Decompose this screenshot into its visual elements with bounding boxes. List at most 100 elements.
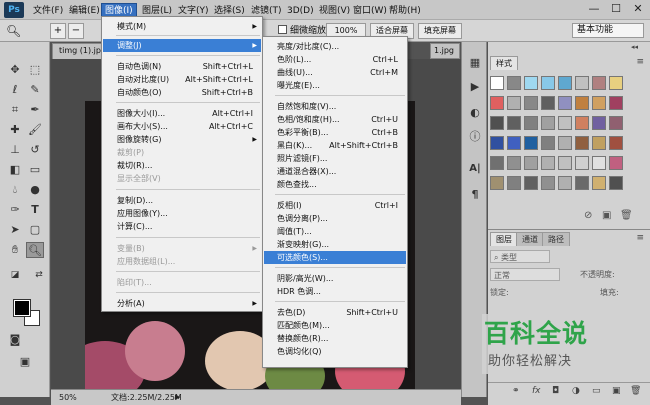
style-swatch[interactable] [575, 116, 589, 130]
workspace-select[interactable]: 基本功能 [572, 23, 644, 38]
minimize-icon[interactable]: — [584, 1, 604, 17]
menu-window[interactable]: 窗口(W) [350, 4, 390, 18]
menu-item[interactable]: 应用图像(Y)... [103, 207, 261, 220]
close-icon[interactable]: ✕ [628, 1, 648, 17]
style-swatch[interactable] [592, 136, 606, 150]
menu-item[interactable]: 色相/饱和度(H)... Ctrl+U [264, 113, 406, 126]
pen-tool-icon[interactable]: ✑ [6, 202, 24, 218]
foreground-color-swatch[interactable] [13, 299, 31, 317]
tab-layers[interactable]: 图层 [490, 232, 518, 246]
menu-item[interactable]: 裁剪(P) [103, 146, 261, 159]
quick-mask-icon[interactable]: ◙ [6, 332, 24, 348]
eraser-tool-icon[interactable]: ◧ [6, 162, 24, 178]
brush-tool-icon[interactable]: 🖌︎ [26, 122, 44, 138]
style-swatch[interactable] [541, 156, 555, 170]
tab-styles[interactable]: 样式 [490, 56, 518, 70]
menu-item[interactable]: 陷印(T)... [103, 276, 261, 289]
clone-stamp-icon[interactable]: ⊥ [6, 142, 24, 158]
zoom-in-icon[interactable]: + [50, 23, 66, 39]
default-colors-icon[interactable]: ◪ [6, 267, 24, 283]
quick-select-tool-icon[interactable]: ✎ [26, 82, 44, 98]
style-swatch[interactable] [575, 176, 589, 190]
style-swatch[interactable] [490, 136, 504, 150]
menu-item[interactable]: 图像旋转(G) ▶ [103, 133, 261, 146]
swap-colors-icon[interactable]: ⇄ [30, 267, 48, 283]
menu-item[interactable]: 色彩平衡(B)... Ctrl+B [264, 126, 406, 139]
menu-item[interactable]: 亮度/对比度(C)... [264, 40, 406, 53]
style-swatch[interactable] [575, 156, 589, 170]
crop-tool-icon[interactable]: ⌗ [6, 102, 24, 118]
menu-item[interactable]: 计算(C)... [103, 220, 261, 233]
style-swatch[interactable] [592, 156, 606, 170]
style-swatch[interactable] [490, 96, 504, 110]
panel-menu-icon[interactable]: ≡ [636, 57, 644, 67]
menu-item[interactable]: 替换颜色(R)... [264, 332, 406, 345]
style-swatch[interactable] [507, 136, 521, 150]
menu-item[interactable]: 匹配颜色(M)... [264, 319, 406, 332]
delete-style-icon[interactable]: 🗑︎ [620, 210, 633, 221]
style-swatch[interactable] [524, 96, 538, 110]
menu-item[interactable]: 自动颜色(O) Shift+Ctrl+B [103, 86, 261, 99]
menu-item[interactable]: 渐变映射(G)... [264, 238, 406, 251]
menu-item[interactable]: 调整(J) ▶ [103, 39, 261, 52]
menu-item[interactable]: 阈值(T)... [264, 225, 406, 238]
add-mask-icon[interactable]: ◘ [552, 386, 559, 396]
new-group-icon[interactable]: ▭ [592, 386, 601, 396]
tab-channels[interactable]: 通道 [516, 232, 544, 246]
style-swatch[interactable] [507, 116, 521, 130]
style-swatch[interactable] [507, 76, 521, 90]
menu-item[interactable]: 色调分离(P)... [264, 212, 406, 225]
style-swatch[interactable] [541, 96, 555, 110]
style-swatch[interactable] [524, 76, 538, 90]
menu-item[interactable]: 自动对比度(U) Alt+Shift+Ctrl+L [103, 73, 261, 86]
style-swatch[interactable] [524, 116, 538, 130]
collapse-panel-icon[interactable]: ◂◂ [631, 43, 638, 51]
lasso-tool-icon[interactable]: ℓ [6, 82, 24, 98]
style-swatch[interactable] [609, 96, 623, 110]
link-layers-icon[interactable]: ⚭ [512, 386, 520, 396]
rectangle-tool-icon[interactable]: ▢ [26, 222, 44, 238]
history-icon[interactable]: ▦ [468, 56, 482, 70]
healing-brush-icon[interactable]: ✚ [6, 122, 24, 138]
menu-edit[interactable]: 编辑(E) [66, 4, 103, 18]
blend-mode-select[interactable]: 正常 [490, 268, 560, 281]
menu-help[interactable]: 帮助(H) [386, 4, 424, 18]
delete-layer-icon[interactable]: 🗑︎ [630, 386, 641, 396]
style-swatch[interactable] [558, 136, 572, 150]
menu-item[interactable]: 反相(I) Ctrl+I [264, 199, 406, 212]
menu-item[interactable]: 分析(A) ▶ [103, 297, 261, 310]
menu-item[interactable]: 颜色查找... [264, 178, 406, 191]
status-arrow-icon[interactable]: ▶ [175, 390, 180, 405]
menu-file[interactable]: 文件(F) [30, 4, 66, 18]
fill-screen-button[interactable]: 填充屏幕 [418, 23, 462, 39]
menu-item[interactable]: 自然饱和度(V)... [264, 100, 406, 113]
style-swatch[interactable] [609, 176, 623, 190]
info-icon[interactable]: ⓘ [468, 130, 482, 144]
style-swatch[interactable] [524, 176, 538, 190]
style-swatch[interactable] [541, 116, 555, 130]
layer-filter-select[interactable]: ⌕ 类型 [490, 250, 550, 263]
adjustments-icon[interactable]: ◐ [468, 106, 482, 120]
style-swatch[interactable] [575, 136, 589, 150]
style-swatch[interactable] [524, 156, 538, 170]
move-tool-icon[interactable]: ✥ [6, 62, 24, 78]
menu-item[interactable]: 色调均化(Q) [264, 345, 406, 358]
document-tab-2[interactable]: 1.jpg [430, 43, 460, 59]
style-swatch[interactable] [609, 156, 623, 170]
adjustment-layer-icon[interactable]: ◑ [572, 386, 580, 396]
new-layer-icon[interactable]: ▣ [612, 386, 621, 396]
menu-item[interactable]: 自动色调(N) Shift+Ctrl+L [103, 60, 261, 73]
zoom-out-icon[interactable]: − [68, 23, 84, 39]
maximize-icon[interactable]: ☐ [606, 1, 626, 17]
hand-tool-icon[interactable]: ✋︎ [6, 242, 24, 258]
menu-item[interactable]: 通道混合器(X)... [264, 165, 406, 178]
type-tool-icon[interactable]: T [26, 202, 44, 218]
menu-item[interactable]: 画布大小(S)... Alt+Ctrl+C [103, 120, 261, 133]
menu-item[interactable]: 曝光度(E)... [264, 79, 406, 92]
style-swatch[interactable] [524, 136, 538, 150]
style-swatch[interactable] [558, 176, 572, 190]
history-brush-icon[interactable]: ↺ [26, 142, 44, 158]
eyedropper-tool-icon[interactable]: ✒ [26, 102, 44, 118]
style-swatch[interactable] [575, 96, 589, 110]
zoom-tool-icon[interactable]: 🔍︎ [6, 23, 21, 39]
